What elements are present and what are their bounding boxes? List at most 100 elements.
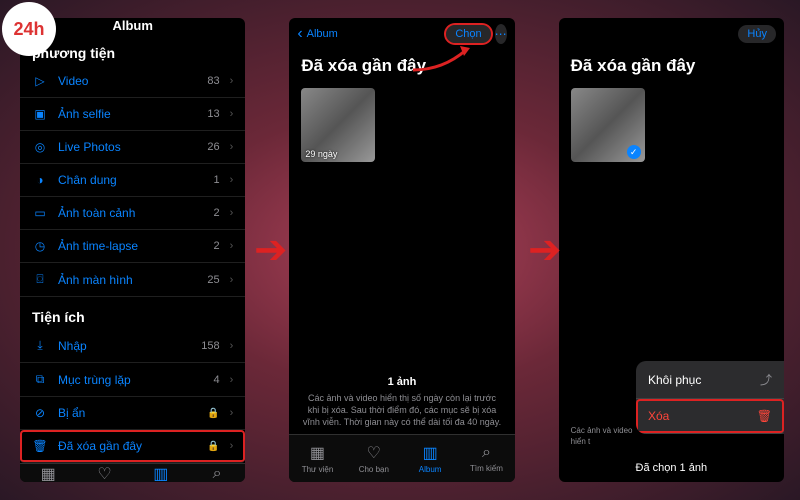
step-arrow-icon: ➔ (254, 227, 288, 273)
tab-icon: ▦ (310, 443, 325, 463)
row-icon: ◑ (32, 173, 48, 187)
step-arrow-icon: ➔ (528, 227, 562, 273)
tab-bar: ▦ Thư viện ♡ Cho bạn ▥ Album ⌕ Tìm kiếm (20, 463, 245, 482)
row-label: Nhập (58, 339, 191, 353)
row-count: 13 (207, 108, 219, 120)
tab-label: Thư viện (302, 465, 334, 474)
row-icon: ▣ (32, 107, 48, 121)
photo-thumbnail[interactable]: 29 ngày (301, 88, 375, 162)
album-row[interactable]: ▭ Ảnh toàn cảnh 2 › (20, 197, 245, 230)
selection-count: Đã chọn 1 ảnh (559, 454, 784, 482)
logo-24h: 24h (2, 2, 56, 56)
row-label: Mục trùng lặp (58, 373, 204, 387)
row-icon: ◷ (32, 239, 48, 253)
tab-bar: ▦ Thư viện ♡ Cho bạn ▥ Album ⌕ Tìm kiếm (289, 434, 514, 482)
tab-cho-bạn[interactable]: ♡ Cho bạn (76, 464, 132, 482)
lock-icon: 🔒 (207, 408, 219, 419)
row-icon: ◎ (32, 140, 48, 154)
row-label: Đã xóa gần đây (58, 439, 197, 453)
tab-label: Cho bạn (359, 465, 389, 474)
row-label: Ảnh time-lapse (58, 239, 204, 253)
page-title: Đã xóa gần đây (559, 50, 784, 84)
section-utilities: Tiện ích (20, 297, 245, 329)
chevron-right-icon: › (230, 141, 234, 153)
nav-bar: Hủy (559, 18, 784, 50)
more-button[interactable]: ⋯ (495, 24, 507, 44)
row-label: Live Photos (58, 140, 197, 154)
chevron-right-icon: › (230, 240, 234, 252)
row-label: Chân dung (58, 173, 204, 187)
context-menu: Khôi phục ⤴ Xóa 🗑 (636, 361, 784, 434)
trash-icon: 🗑 (757, 409, 772, 423)
tab-icon: ♡ (367, 443, 381, 463)
photo-thumbnail-selected[interactable]: ✓ (571, 88, 645, 162)
days-remaining-label: 29 ngày (305, 149, 337, 159)
utility-row[interactable]: 🗑 Đã xóa gần đây 🔒 › (20, 430, 245, 463)
row-count: 4 (214, 374, 220, 386)
chevron-right-icon: › (230, 75, 234, 87)
row-count: 2 (214, 240, 220, 252)
info-text-truncated: Các ảnh và video hiển t (559, 420, 639, 454)
tab-cho-bạn[interactable]: ♡ Cho bạn (346, 435, 402, 482)
chevron-right-icon: › (230, 108, 234, 120)
checkmark-icon: ✓ (627, 145, 641, 159)
phone-recently-deleted: ‹ Album Chọn ⋯ Đã xóa gần đây 29 ngày 1 … (289, 18, 514, 482)
row-icon: ⌼ (32, 272, 48, 287)
row-count: 26 (207, 141, 219, 153)
album-row[interactable]: ⌼ Ảnh màn hình 25 › (20, 263, 245, 297)
photo-count: 1 ảnh (301, 375, 502, 390)
delete-menu-item[interactable]: Xóa 🗑 (636, 399, 784, 434)
album-row[interactable]: ◑ Chân dung 1 › (20, 164, 245, 197)
nav-title: Album (88, 18, 177, 33)
utility-row[interactable]: ⊘ Bị ẩn 🔒 › (20, 397, 245, 430)
recover-menu-item[interactable]: Khôi phục ⤴ (636, 361, 784, 399)
utility-row[interactable]: ⧉ Mục trùng lặp 4 › (20, 363, 245, 397)
row-icon: 🗑 (32, 439, 48, 453)
tab-label: Album (419, 465, 442, 474)
cancel-button[interactable]: Hủy (738, 25, 776, 43)
phone-album-list: Album phương tiện ▷ Video 83 › ▣ Ảnh sel… (20, 18, 245, 482)
album-row[interactable]: ▷ Video 83 › (20, 65, 245, 98)
back-button[interactable]: ‹ Album (297, 26, 357, 42)
album-row[interactable]: ◎ Live Photos 26 › (20, 131, 245, 164)
tab-album[interactable]: ▥ Album (402, 435, 458, 482)
tab-album[interactable]: ▥ Album (133, 464, 189, 482)
chevron-right-icon: › (230, 407, 234, 419)
row-icon: ⧉ (32, 372, 48, 387)
tab-icon: ▥ (423, 443, 438, 463)
row-label: Ảnh màn hình (58, 273, 197, 287)
row-label: Ảnh selfie (58, 107, 197, 121)
select-button[interactable]: Chọn (446, 25, 490, 43)
chevron-left-icon: ‹ (297, 26, 302, 42)
row-count: 25 (207, 274, 219, 286)
chevron-right-icon: › (230, 274, 234, 286)
row-count: 2 (214, 207, 220, 219)
row-icon: ⊘ (32, 406, 48, 420)
tab-label: Tìm kiếm (470, 464, 503, 473)
chevron-right-icon: › (230, 340, 234, 352)
tab-icon: ⌕ (482, 444, 491, 462)
row-icon: ⤓ (32, 338, 48, 353)
phone-selection-mode: Hủy Đã xóa gần đây ✓ Các ảnh và video hi… (559, 18, 784, 482)
row-label: Ảnh toàn cảnh (58, 206, 204, 220)
chevron-right-icon: › (230, 207, 234, 219)
tab-tìm-kiếm[interactable]: ⌕ Tìm kiếm (458, 435, 514, 482)
tab-thư-viện[interactable]: ▦ Thư viện (289, 435, 345, 482)
tab-icon: ⌕ (213, 465, 222, 482)
page-title: Đã xóa gần đây (289, 50, 514, 84)
tab-thư-viện[interactable]: ▦ Thư viện (20, 464, 76, 482)
chevron-right-icon: › (230, 440, 234, 452)
tab-icon: ▥ (153, 464, 168, 482)
album-row[interactable]: ▣ Ảnh selfie 13 › (20, 98, 245, 131)
utility-row[interactable]: ⤓ Nhập 158 › (20, 329, 245, 363)
back-label: Album (307, 28, 338, 40)
album-row[interactable]: ◷ Ảnh time-lapse 2 › (20, 230, 245, 263)
nav-bar: ‹ Album Chọn ⋯ (289, 18, 514, 50)
tab-tìm-kiếm[interactable]: ⌕ Tìm kiếm (189, 464, 245, 482)
tab-icon: ♡ (97, 464, 111, 482)
row-count: 1 (214, 174, 220, 186)
pointer-arrow-icon (408, 42, 478, 72)
row-icon: ▭ (32, 206, 48, 220)
chevron-right-icon: › (230, 374, 234, 386)
row-count: 83 (207, 75, 219, 87)
